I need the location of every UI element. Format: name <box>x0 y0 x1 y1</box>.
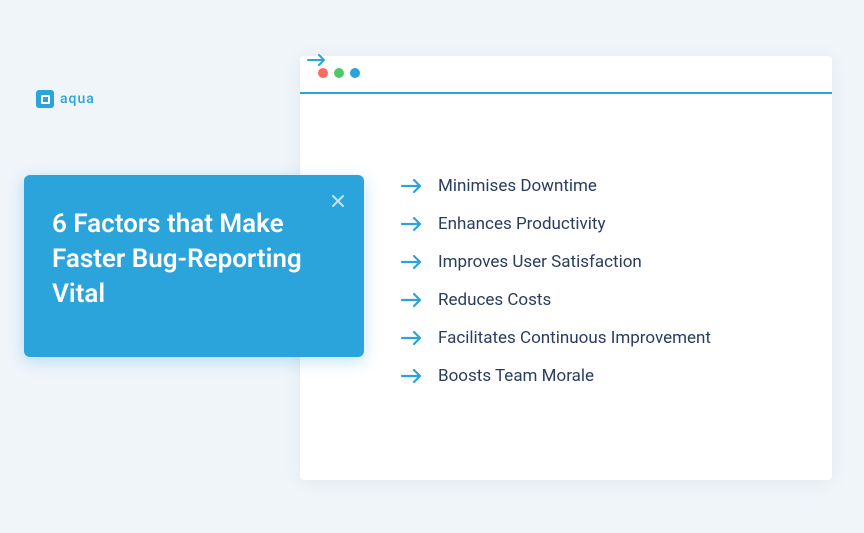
factor-list: Minimises Downtime Enhances Productivity… <box>400 176 792 386</box>
arrow-right-icon <box>400 367 424 385</box>
traffic-lights <box>318 68 360 78</box>
panel-body: Minimises Downtime Enhances Productivity… <box>300 94 832 426</box>
arrow-right-icon <box>400 215 424 233</box>
list-item: Boosts Team Morale <box>400 366 792 386</box>
arrow-right-icon <box>400 177 424 195</box>
list-item: Facilitates Continuous Improvement <box>400 328 792 348</box>
arrow-right-icon <box>400 329 424 347</box>
panel-header <box>300 56 832 94</box>
list-item: Enhances Productivity <box>400 214 792 234</box>
logo-text: aqua <box>60 91 95 107</box>
logo-icon <box>36 90 54 108</box>
aqua-logo: aqua <box>36 90 95 108</box>
list-item: Reduces Costs <box>400 290 792 310</box>
traffic-light-green <box>334 68 344 78</box>
traffic-light-blue <box>350 68 360 78</box>
factor-label: Enhances Productivity <box>438 214 606 234</box>
factor-label: Improves User Satisfaction <box>438 252 642 272</box>
card-title: 6 Factors that Make Faster Bug-Reporting… <box>52 207 336 312</box>
arrow-right-icon <box>400 291 424 309</box>
title-card: 6 Factors that Make Faster Bug-Reporting… <box>24 175 364 357</box>
close-icon[interactable] <box>330 193 346 209</box>
factor-label: Facilitates Continuous Improvement <box>438 328 711 348</box>
arrow-right-icon <box>400 253 424 271</box>
traffic-light-red <box>318 68 328 78</box>
content-panel: Minimises Downtime Enhances Productivity… <box>300 56 832 480</box>
factor-label: Boosts Team Morale <box>438 366 594 386</box>
factor-label: Minimises Downtime <box>438 176 597 196</box>
factor-label: Reduces Costs <box>438 290 551 310</box>
list-item: Improves User Satisfaction <box>400 252 792 272</box>
arrow-right-icon <box>306 52 328 68</box>
list-item: Minimises Downtime <box>400 176 792 196</box>
